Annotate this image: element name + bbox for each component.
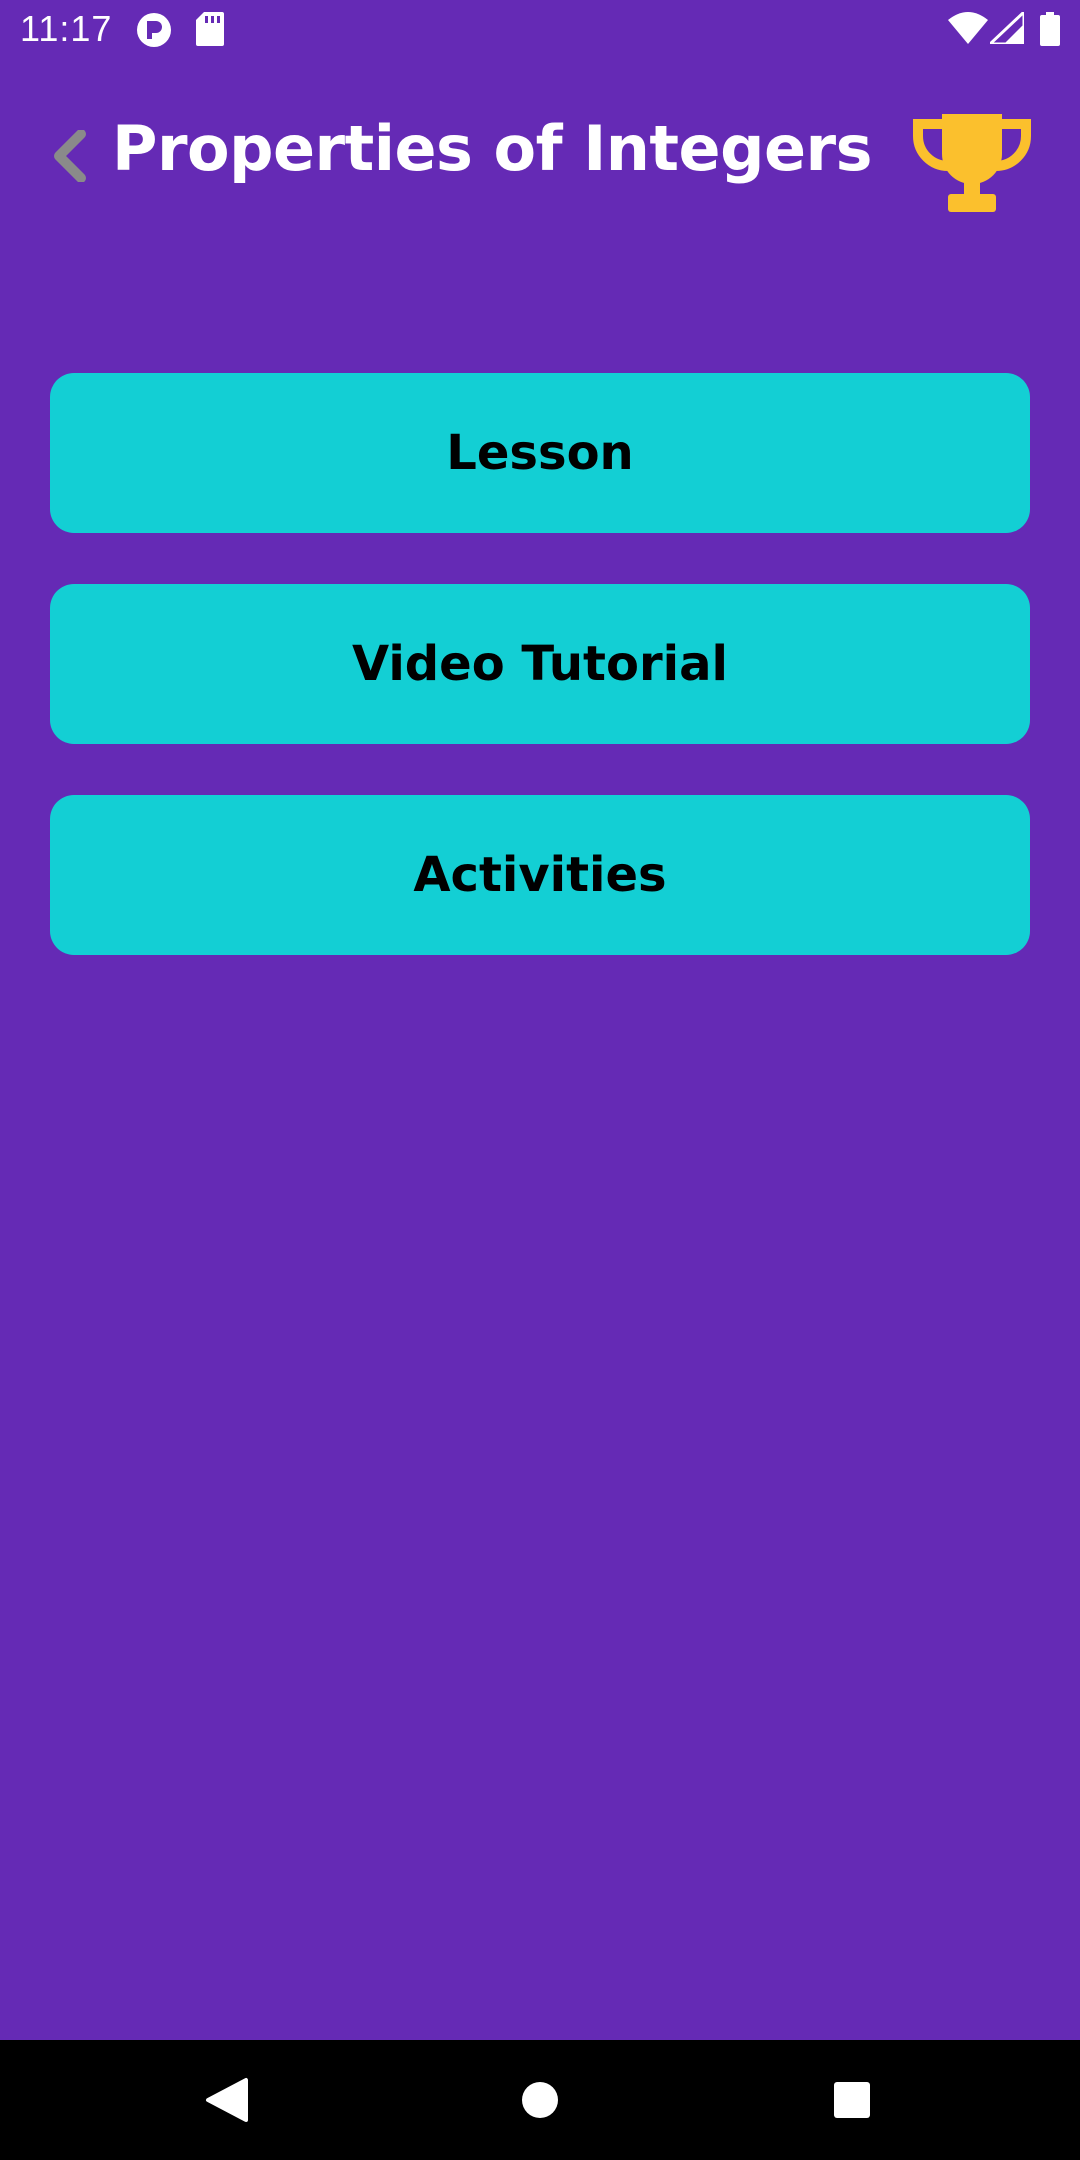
sd-card-icon: [196, 12, 224, 50]
activities-button[interactable]: Activities: [50, 795, 1030, 955]
back-triangle-icon[interactable]: [198, 2072, 254, 2128]
menu: Lesson Video Tutorial Activities: [50, 373, 1030, 1006]
recents-square-icon[interactable]: [824, 2072, 880, 2128]
page-title: Properties of Integers: [112, 112, 873, 185]
wifi-icon: [948, 12, 988, 48]
navigation-bar: [0, 2040, 1080, 2160]
status-bar: 11:17: [0, 0, 1080, 60]
trophy-icon: [912, 114, 1032, 218]
status-time: 11:17: [20, 8, 113, 49]
video-tutorial-button[interactable]: Video Tutorial: [50, 584, 1030, 744]
notification-app-icon: [136, 12, 172, 52]
signal-icon: [986, 8, 1026, 48]
battery-icon: [1040, 12, 1060, 50]
trophy-button[interactable]: [912, 110, 1032, 220]
home-circle-icon[interactable]: [512, 2072, 568, 2128]
back-button[interactable]: [44, 128, 94, 188]
chevron-left-icon: [51, 129, 87, 186]
header: Properties of Integers: [0, 100, 1080, 300]
lesson-button[interactable]: Lesson: [50, 373, 1030, 533]
